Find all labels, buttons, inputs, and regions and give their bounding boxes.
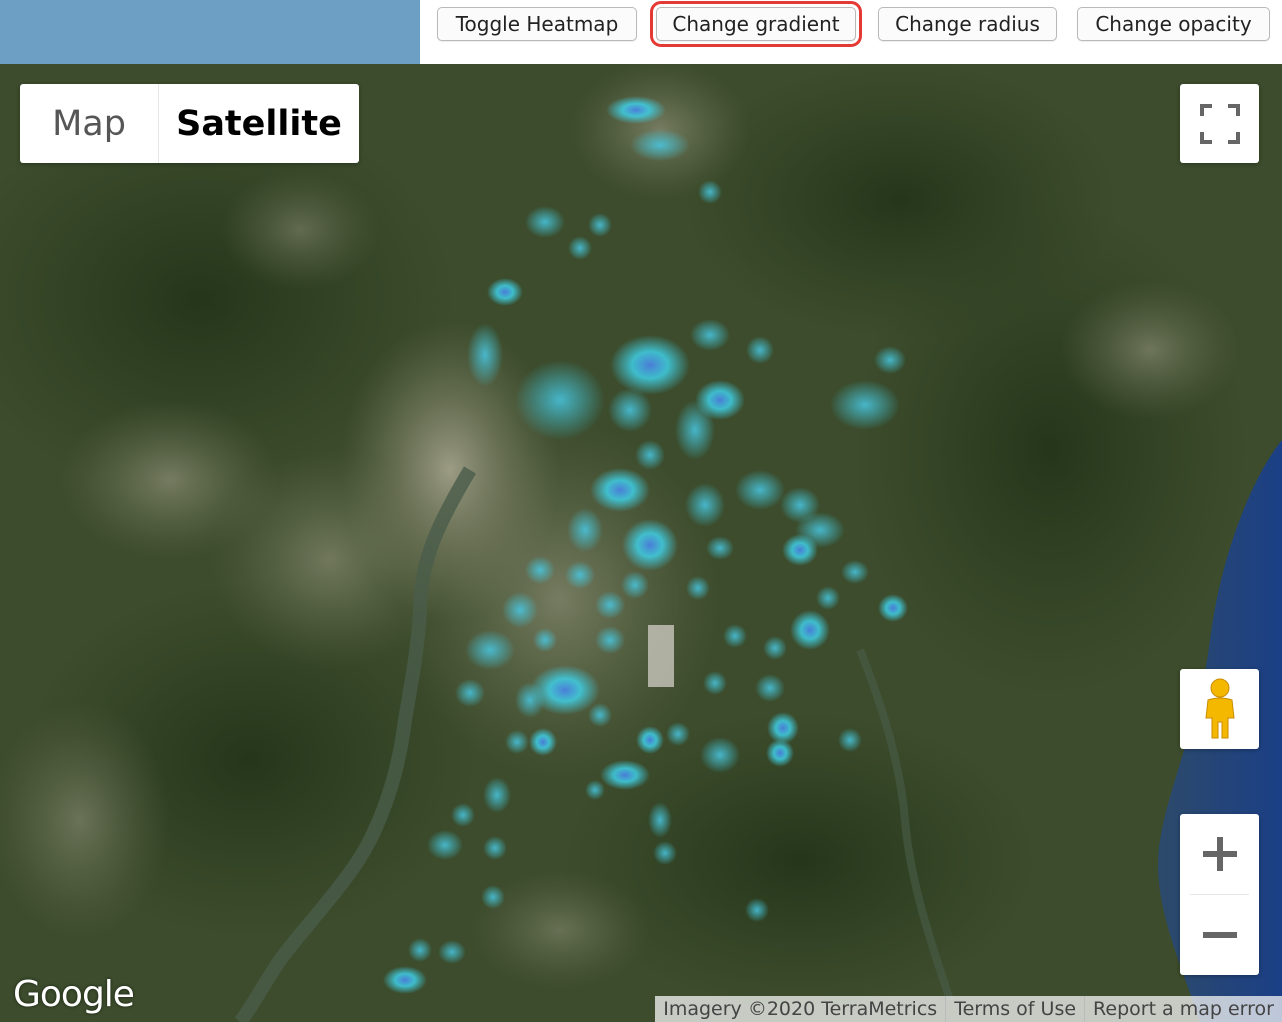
top-toolbar: Toggle Heatmap Change gradient Change ra… <box>0 0 1282 64</box>
street-view-pegman-button[interactable] <box>1180 669 1259 749</box>
minus-icon <box>1202 932 1237 938</box>
map-type-control: Map Satellite <box>20 84 359 163</box>
terms-of-use-link[interactable]: Terms of Use <box>945 996 1084 1022</box>
top-left-panel <box>0 0 420 64</box>
zoom-control <box>1180 814 1259 975</box>
map-type-satellite-button[interactable]: Satellite <box>159 84 359 163</box>
zoom-in-button[interactable] <box>1180 814 1259 894</box>
plus-icon <box>1202 837 1237 871</box>
google-logo[interactable]: Google <box>13 974 135 1015</box>
satellite-map[interactable]: Map Satellite Google Imagery ©2020 Terra <box>0 64 1282 1022</box>
change-opacity-button[interactable]: Change opacity <box>1077 7 1270 41</box>
pegman-icon <box>1204 678 1235 739</box>
map-attribution-bar: Imagery ©2020 TerraMetrics Terms of Use … <box>655 996 1282 1022</box>
change-gradient-button[interactable]: Change gradient <box>650 1 862 47</box>
zoom-out-button[interactable] <box>1180 895 1259 975</box>
toggle-heatmap-button[interactable]: Toggle Heatmap <box>437 7 637 41</box>
fullscreen-icon <box>1199 103 1240 144</box>
map-type-map-button[interactable]: Map <box>20 84 159 163</box>
report-map-error-link[interactable]: Report a map error <box>1084 996 1282 1022</box>
change-radius-button[interactable]: Change radius <box>878 7 1057 41</box>
imagery-attribution: Imagery ©2020 TerraMetrics <box>663 998 938 1020</box>
fullscreen-button[interactable] <box>1180 84 1259 163</box>
satellite-imagery <box>0 64 1282 1022</box>
